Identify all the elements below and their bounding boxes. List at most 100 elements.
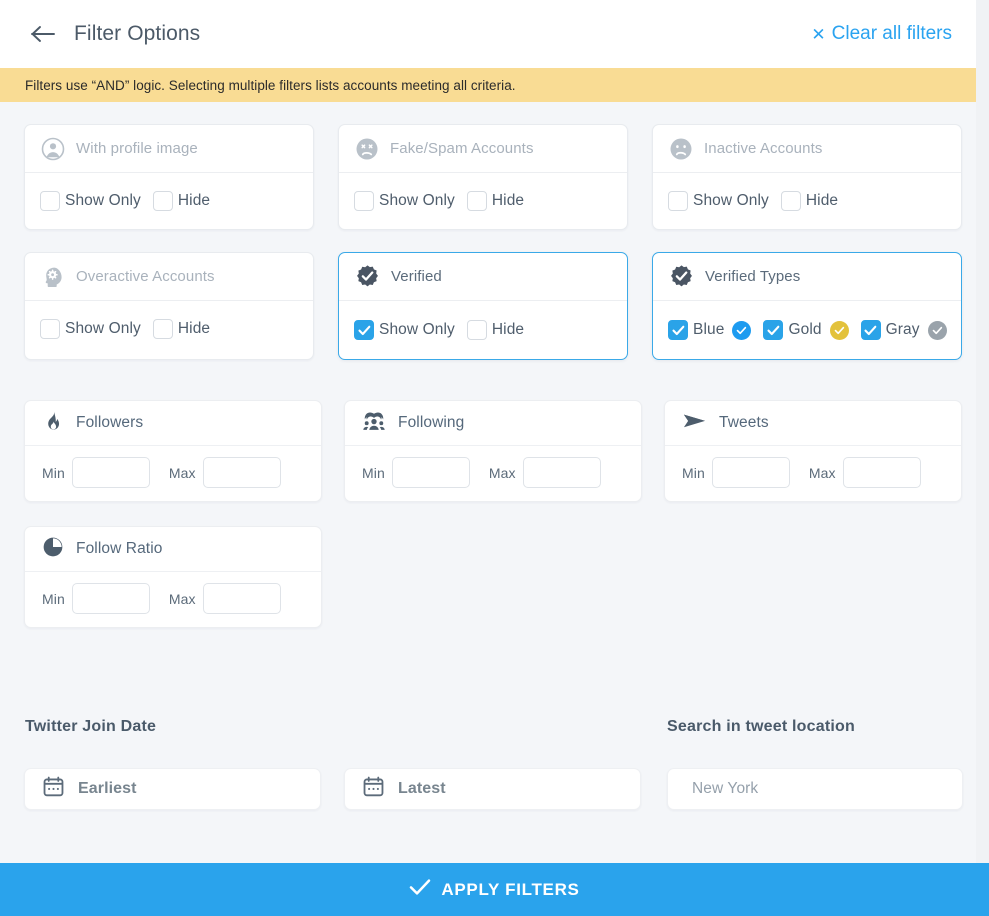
checkbox-label: Hide xyxy=(177,320,211,337)
filter-card-fake-spam-accounts[interactable]: Fake/Spam Accounts Show Only Hide xyxy=(338,124,628,230)
tweets-min-input[interactable] xyxy=(711,457,790,488)
verified-type-label: Blue xyxy=(693,321,725,338)
verified-type-gold[interactable]: Gold xyxy=(763,320,849,340)
check-icon xyxy=(409,878,431,901)
verified-check-circle-icon-gray xyxy=(927,320,947,340)
checkbox-box xyxy=(354,191,374,211)
head-gear-icon xyxy=(41,265,65,289)
show-only-checkbox[interactable]: Show Only xyxy=(40,191,141,211)
hide-checkbox[interactable]: Hide xyxy=(780,191,838,211)
user-circle-icon xyxy=(41,137,65,161)
min-label: Min xyxy=(362,464,385,481)
card-header: Verified Types xyxy=(653,253,961,301)
checkbox-box xyxy=(152,319,173,339)
range-card-follow-ratio: Follow Ratio Min Max xyxy=(24,526,322,628)
card-title: Inactive Accounts xyxy=(704,140,823,157)
hide-checkbox[interactable]: Hide xyxy=(152,319,211,339)
show-only-checkbox[interactable]: Show Only xyxy=(668,191,769,211)
card-title: Verified Types xyxy=(705,268,801,285)
dead-face-icon xyxy=(355,137,379,161)
checkbox-box xyxy=(466,320,487,340)
pie-chart-icon xyxy=(42,536,64,563)
card-header: Overactive Accounts xyxy=(25,253,313,301)
toggle-filter-grid: With profile image Show Only Hide Fake/S… xyxy=(24,124,962,360)
follow-ratio-max-input[interactable] xyxy=(202,583,281,614)
show-only-checkbox[interactable]: Show Only xyxy=(354,320,455,340)
clear-all-filters-label: Clear all filters xyxy=(831,23,952,44)
verified-badge-icon xyxy=(355,264,380,289)
earliest-date-field[interactable]: Earliest xyxy=(24,768,321,810)
clear-all-filters-button[interactable]: ✕ Clear all filters xyxy=(811,23,952,45)
filter-card-verified[interactable]: Verified Show Only Hide xyxy=(338,252,628,360)
following-max-input[interactable] xyxy=(522,457,601,488)
card-header: Follow Ratio xyxy=(25,527,321,572)
card-title: Overactive Accounts xyxy=(76,268,215,285)
range-inputs: Min Max xyxy=(25,446,321,488)
apply-filters-label: APPLY FILTERS xyxy=(441,879,580,899)
card-header: Tweets xyxy=(665,401,961,446)
header-bar: Filter Options ✕ Clear all filters xyxy=(0,0,976,68)
hide-checkbox[interactable]: Hide xyxy=(466,191,524,211)
verified-check-circle-icon-gold xyxy=(829,320,849,340)
calendar-icon xyxy=(43,776,64,802)
checkbox-box xyxy=(466,191,487,211)
range-inputs: Min Max xyxy=(665,446,961,488)
show-only-checkbox[interactable]: Show Only xyxy=(354,191,455,211)
card-header: Following xyxy=(345,401,641,446)
hide-checkbox[interactable]: Hide xyxy=(466,320,525,340)
latest-date-field[interactable]: Latest xyxy=(344,768,641,810)
range-inputs: Min Max xyxy=(345,446,641,488)
verified-type-blue[interactable]: Blue xyxy=(668,320,752,340)
checkbox-label: Show Only xyxy=(379,192,455,209)
tweet-location-placeholder: New York xyxy=(692,780,759,797)
tweet-location-field[interactable]: New York xyxy=(667,768,963,810)
card-header: Verified xyxy=(339,253,627,301)
and-logic-notice: Filters use “AND” logic. Selecting multi… xyxy=(0,68,976,102)
filter-card-inactive-accounts[interactable]: Inactive Accounts Show Only Hide xyxy=(652,124,962,230)
card-options: Show Only Hide xyxy=(653,173,961,229)
range-card-following: Following Min Max xyxy=(344,400,642,502)
notice-text: Filters use “AND” logic. Selecting multi… xyxy=(25,77,516,93)
people-group-icon xyxy=(362,410,386,437)
range-card-tweets: Tweets Min Max xyxy=(664,400,962,502)
twitter-join-date-label: Twitter Join Date xyxy=(25,718,157,735)
verified-type-label: Gray xyxy=(885,321,920,338)
filter-card-overactive-accounts[interactable]: Overactive Accounts Show Only Hide xyxy=(24,252,314,360)
checkbox-box xyxy=(860,320,881,340)
verified-type-label: Gold xyxy=(788,321,822,338)
verified-badge-icon xyxy=(669,264,694,289)
card-header: Followers xyxy=(25,401,321,446)
min-label: Min xyxy=(42,464,65,481)
checkbox-box xyxy=(40,191,60,211)
vertical-scrollbar[interactable] xyxy=(976,0,989,916)
verified-type-gray[interactable]: Gray xyxy=(860,320,947,340)
max-label: Max xyxy=(488,464,516,481)
checkbox-box xyxy=(668,320,688,340)
earliest-date-placeholder: Earliest xyxy=(78,780,137,797)
checkbox-box xyxy=(668,191,688,211)
range-filter-grid: Followers Min Max Following Min Max Twee… xyxy=(24,400,964,628)
apply-filters-button[interactable]: APPLY FILTERS xyxy=(0,863,989,916)
follow-ratio-min-input[interactable] xyxy=(71,583,150,614)
show-only-checkbox[interactable]: Show Only xyxy=(40,319,141,339)
card-header: Inactive Accounts xyxy=(653,125,961,173)
tweets-max-input[interactable] xyxy=(842,457,921,488)
verified-check-circle-icon-blue xyxy=(732,320,752,340)
followers-max-input[interactable] xyxy=(202,457,281,488)
checkbox-label: Show Only xyxy=(65,192,141,209)
filter-card-verified-types[interactable]: Verified Types Blue Gold Gray xyxy=(652,252,962,360)
following-min-input[interactable] xyxy=(391,457,470,488)
verified-type-options: Blue Gold Gray xyxy=(653,301,961,359)
followers-min-input[interactable] xyxy=(71,457,150,488)
back-button[interactable] xyxy=(26,17,60,51)
flame-icon xyxy=(42,410,64,437)
hide-checkbox[interactable]: Hide xyxy=(152,191,210,211)
filter-card-with-profile-image[interactable]: With profile image Show Only Hide xyxy=(24,124,314,230)
max-label: Max xyxy=(168,590,196,607)
checkbox-label: Show Only xyxy=(379,321,455,338)
card-title: Following xyxy=(398,414,465,431)
checkbox-label: Hide xyxy=(491,321,525,338)
min-label: Min xyxy=(42,590,65,607)
checkbox-box xyxy=(152,191,173,211)
checkbox-box xyxy=(780,191,801,211)
